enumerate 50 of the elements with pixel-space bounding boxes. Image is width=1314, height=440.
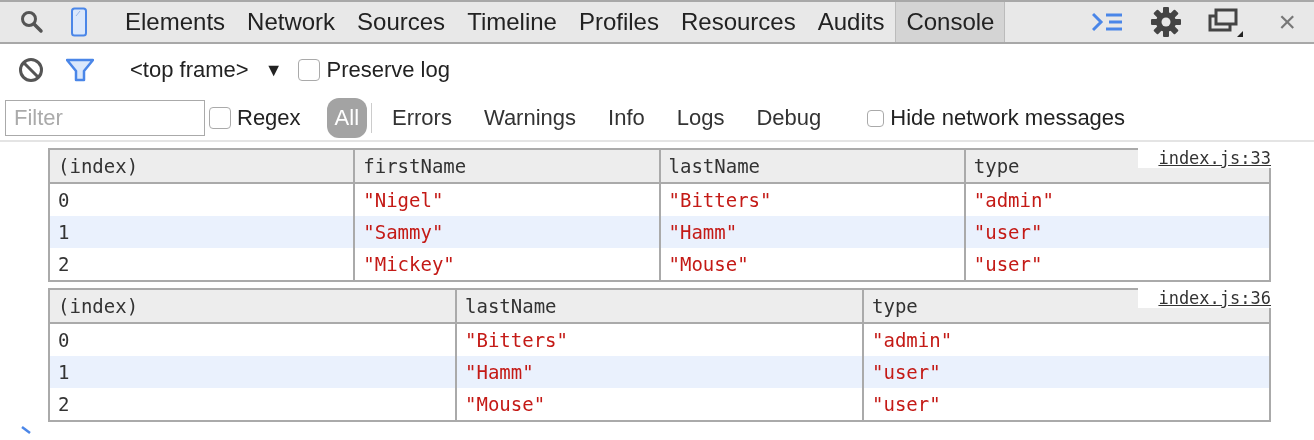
filter-field[interactable]: Filter — [5, 100, 205, 136]
table-cell: "Mickey" — [354, 248, 660, 281]
column-header: lastName — [659, 149, 965, 183]
panel-tab[interactable]: Timeline — [456, 2, 568, 42]
table-cell: "Hamm" — [456, 356, 863, 388]
level-filter-button[interactable]: Info — [592, 98, 661, 138]
column-header: firstName — [354, 149, 660, 183]
dock-icon[interactable] — [1208, 7, 1245, 37]
clear-icon[interactable] — [18, 57, 44, 83]
table-cell: "user" — [863, 388, 1270, 421]
table-cell: "Mouse" — [456, 388, 863, 421]
frame-dropdown[interactable]: <top frame> ▼ — [126, 57, 287, 83]
table-cell: 1 — [49, 216, 355, 248]
filter-icon[interactable] — [66, 58, 94, 82]
search-icon[interactable] — [20, 10, 44, 34]
table-cell: "user" — [964, 248, 1270, 281]
table-cell: 1 — [49, 356, 456, 388]
preserve-log-checkbox[interactable]: Preserve log — [298, 57, 450, 83]
panel-tab[interactable]: Sources — [346, 2, 457, 42]
level-filter-button[interactable]: Debug — [740, 98, 838, 138]
hide-network-checkbox[interactable]: Hide network messages — [867, 105, 1126, 131]
source-link[interactable]: index.js:33 — [1138, 148, 1271, 168]
panel-tab[interactable]: Resources — [669, 2, 807, 42]
table-cell: "Mouse" — [659, 248, 965, 281]
level-filter-button[interactable]: Warnings — [467, 98, 593, 138]
table-cell: "admin" — [964, 183, 1270, 216]
panel-tab[interactable]: Network — [236, 2, 347, 42]
panel-tab[interactable]: Console — [895, 2, 1006, 42]
panel-tab[interactable]: Audits — [806, 2, 896, 42]
phone-icon[interactable] — [70, 7, 88, 37]
drawer-icon[interactable] — [1092, 12, 1125, 32]
table-cell: "user" — [863, 356, 1270, 388]
table-cell: "Sammy" — [354, 216, 660, 248]
regex-checkbox[interactable]: Regex — [209, 105, 301, 131]
table-cell: 2 — [49, 388, 456, 421]
settings-icon[interactable] — [1150, 6, 1183, 38]
caret-icon: ▼ — [264, 59, 283, 81]
panel-tab[interactable]: Elements — [114, 2, 237, 42]
column-header: (index) — [49, 149, 355, 183]
column-header: (index) — [49, 289, 456, 323]
level-filter-button[interactable]: Logs — [660, 98, 741, 138]
table-cell: 2 — [49, 248, 355, 281]
table-cell: "user" — [964, 216, 1270, 248]
column-header: lastName — [456, 289, 863, 323]
table-cell: "admin" — [863, 323, 1270, 356]
source-link[interactable]: index.js:36 — [1138, 288, 1271, 308]
level-filter-button[interactable]: Errors — [376, 98, 468, 138]
close-button[interactable]: × — [1270, 5, 1304, 39]
table-cell: "Hamm" — [659, 216, 965, 248]
panel-tab[interactable]: Profiles — [567, 2, 670, 42]
